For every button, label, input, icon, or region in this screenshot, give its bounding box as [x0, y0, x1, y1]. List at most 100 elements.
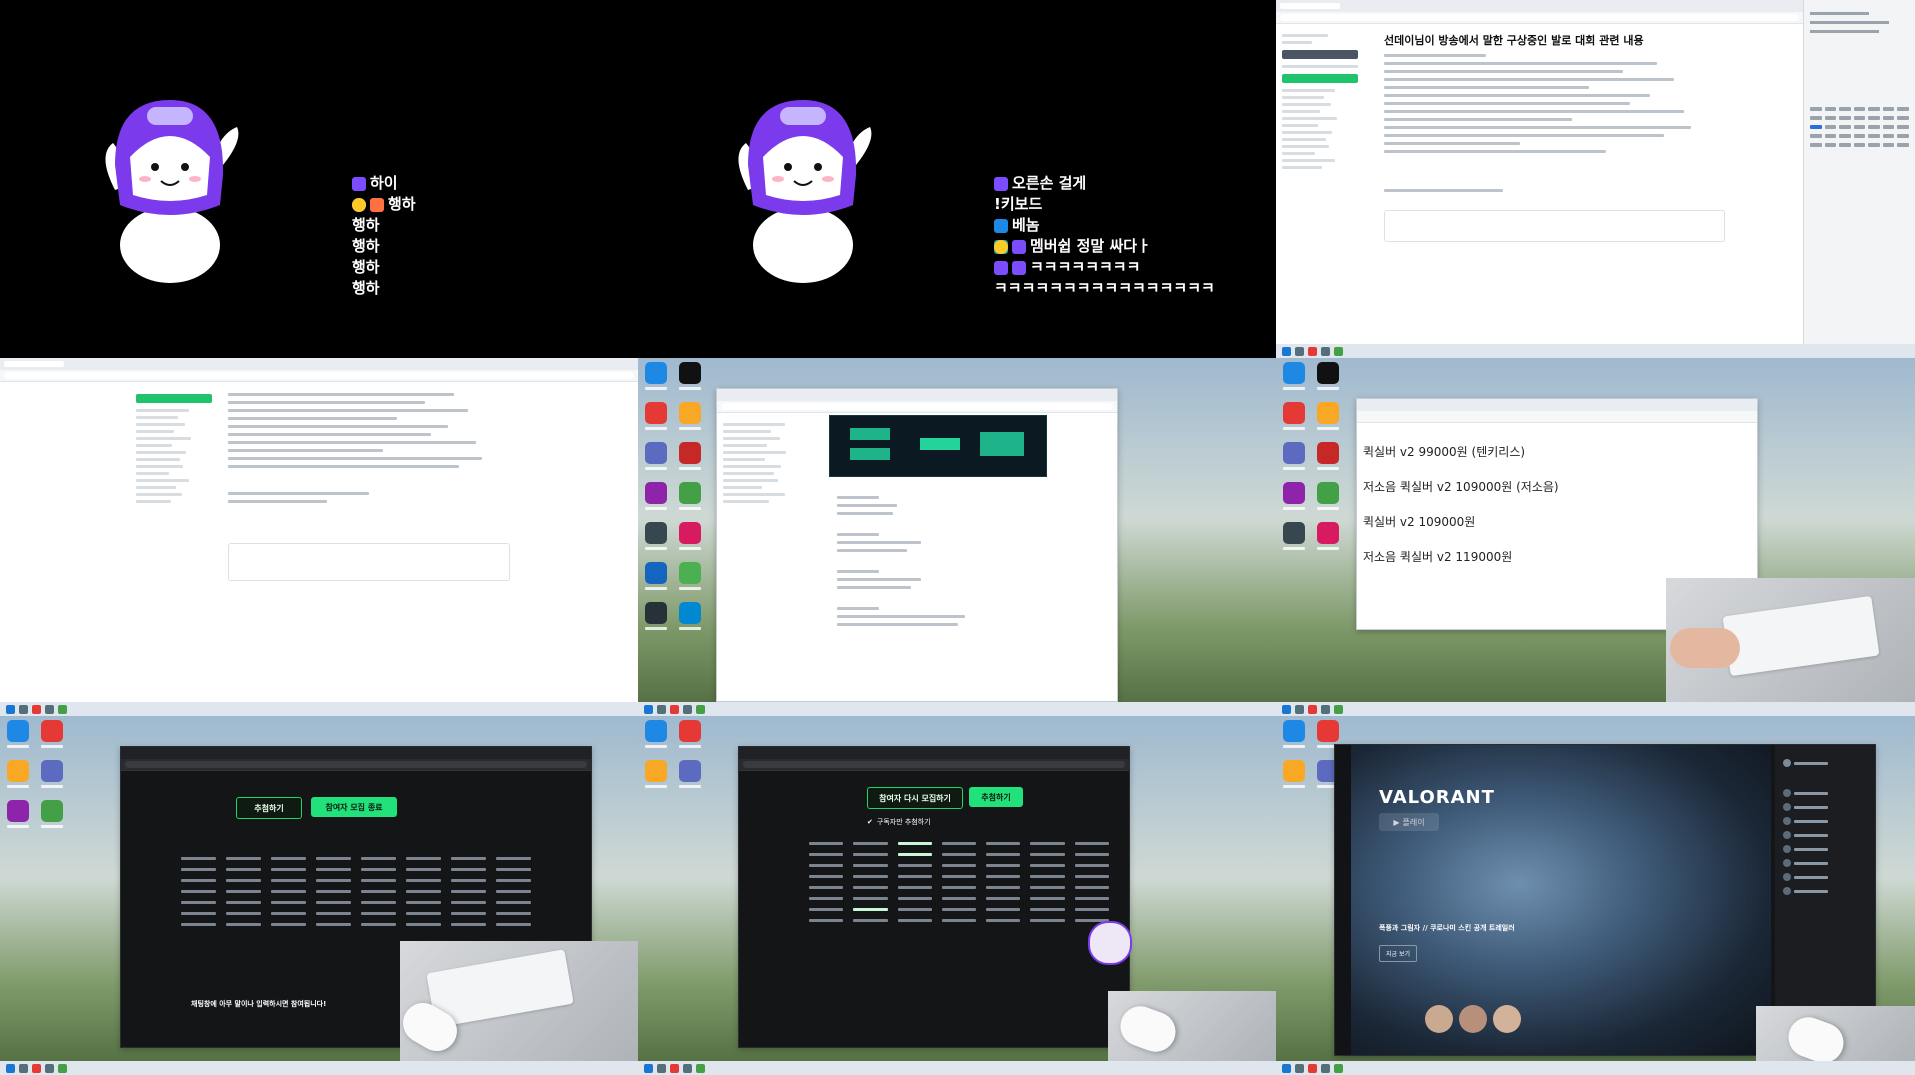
desktop-icon[interactable] [676, 562, 704, 596]
desktop-icon[interactable] [1314, 362, 1342, 396]
calendar-panel [1803, 0, 1915, 344]
desktop-icon[interactable] [1314, 482, 1342, 516]
calendar-grid[interactable] [1810, 107, 1909, 147]
desktop-icon[interactable] [1280, 442, 1308, 476]
heart-icon [1012, 239, 1026, 254]
webcam-overlay [395, 941, 638, 1061]
desktop-icon[interactable] [642, 602, 670, 636]
vote-app-window: 참여자 다시 모집하기 추첨하기 ✔ 구독자만 추첨하기 [738, 746, 1130, 1048]
memo-body[interactable]: 퀵실버 v2 99000원 (텐키리스) 저소음 퀵실버 v2 109000원 … [1357, 423, 1757, 565]
desktop-icons [642, 720, 706, 794]
taskbar [1276, 702, 1915, 716]
memo-line: 퀵실버 v2 109000원 [1363, 515, 1476, 529]
desktop-icon[interactable] [642, 720, 670, 754]
chat-line: 행하 [352, 258, 380, 276]
comment-box[interactable] [1384, 210, 1725, 242]
memo-line: 퀵실버 v2 99000원 (텐키리스) [1363, 445, 1526, 459]
desktop-icon[interactable] [676, 602, 704, 636]
tile-forum-scrolled [0, 358, 638, 716]
desktop-icon[interactable] [642, 562, 670, 596]
browser-tabbar[interactable] [121, 747, 591, 759]
avatar-character [105, 100, 239, 283]
post-title: 선데이님이 방송에서 말한 구상중인 발로 대회 관련 내용 [1384, 34, 1644, 47]
desktop-icon[interactable] [1280, 760, 1308, 794]
desktop-icon[interactable] [676, 402, 704, 436]
browser-tabbar[interactable] [1276, 0, 1803, 12]
play-button[interactable]: ▶ 플레이 [1379, 813, 1439, 831]
desktop-icon[interactable] [1280, 522, 1308, 556]
desktop-icon[interactable] [38, 800, 66, 834]
desktop-icon[interactable] [4, 760, 32, 794]
desktop-icon[interactable] [38, 760, 66, 794]
desktop-icon[interactable] [38, 720, 66, 754]
browser-window [716, 388, 1118, 702]
draw-button[interactable]: 추첨하기 [236, 797, 302, 819]
desktop-icon[interactable] [642, 760, 670, 794]
browser-tabbar[interactable] [739, 747, 1129, 759]
desktop-icon[interactable] [676, 760, 704, 794]
memo-line: 저소음 퀵실버 v2 109000원 (저소음) [1363, 480, 1559, 494]
watch-now-button[interactable]: 지금 보기 [1379, 945, 1417, 962]
address-bar[interactable] [121, 759, 591, 771]
taskbar [638, 1061, 1276, 1075]
chat-line: 베놈 [994, 215, 1215, 236]
desktop-icon[interactable] [642, 522, 670, 556]
stream-grid: 하이 행하 행하 행하 행하 행하 오른손 걸게 !키보드 베놈 멤버쉽 정말 [0, 0, 1915, 1075]
join-button[interactable] [136, 394, 212, 403]
desktop-icon[interactable] [1280, 362, 1308, 396]
desktop-icon[interactable] [1314, 402, 1342, 436]
chat-line: ㅋㅋㅋㅋㅋㅋㅋㅋㅋㅋㅋㅋㅋㅋㅋㅋ [994, 279, 1215, 297]
write-button[interactable] [1282, 50, 1358, 59]
tile-vote-closed: 참여자 다시 모집하기 추첨하기 ✔ 구독자만 추첨하기 [638, 716, 1276, 1075]
address-bar[interactable] [739, 759, 1129, 771]
chat-line: 행하 [352, 237, 380, 255]
desktop-icon[interactable] [642, 362, 670, 396]
desktop-icon[interactable] [1280, 720, 1308, 754]
chat-line: 하이 [352, 173, 416, 194]
join-button[interactable] [1282, 74, 1358, 83]
memo-titlebar[interactable] [1357, 399, 1757, 411]
desktop-icon[interactable] [676, 522, 704, 556]
taskbar [0, 1061, 638, 1075]
taskbar [1276, 1061, 1915, 1075]
desktop-icon[interactable] [642, 482, 670, 516]
draw-button[interactable]: 추첨하기 [969, 787, 1023, 807]
desktop-icon[interactable] [642, 442, 670, 476]
participant-grid [181, 857, 531, 926]
subscriber-toggle[interactable]: ✔ 구독자만 추첨하기 [867, 817, 931, 827]
desktop-icon[interactable] [676, 362, 704, 396]
desktop-icon[interactable] [1314, 442, 1342, 476]
desktop-icon[interactable] [1280, 482, 1308, 516]
client-sidebar [1335, 745, 1351, 1055]
browser-tabbar[interactable] [717, 389, 1117, 401]
desktop-icons [642, 362, 706, 636]
comment-box[interactable] [228, 543, 510, 581]
browser-tabbar[interactable] [0, 358, 638, 370]
fire-icon [370, 197, 384, 212]
desktop-icon[interactable] [1280, 402, 1308, 436]
chat-line: 멤버쉽 정말 싸다ㅏ [994, 236, 1215, 257]
desktop-icon[interactable] [642, 402, 670, 436]
check-icon: ✔ [867, 818, 873, 826]
avatar-character [738, 100, 872, 283]
desktop-icon[interactable] [4, 720, 32, 754]
desktop-icon[interactable] [1314, 522, 1342, 556]
webcam-overlay [1666, 578, 1915, 703]
address-bar[interactable] [0, 370, 638, 382]
participate-banner: 채팅창에 아무 말이나 입력하시면 참여됩니다! [191, 1000, 327, 1008]
desktop-icon[interactable] [676, 482, 704, 516]
desktop-icon[interactable] [676, 442, 704, 476]
desktop-icon[interactable] [4, 800, 32, 834]
address-bar[interactable] [1276, 12, 1803, 24]
chat-line: !키보드 [994, 195, 1043, 213]
webcam-overlay [1108, 991, 1276, 1061]
news-thumbnails [1425, 1005, 1521, 1033]
desktop-icon[interactable] [676, 720, 704, 754]
address-bar[interactable] [717, 401, 1117, 413]
memo-line: 저소음 퀵실버 v2 119000원 [1363, 550, 1513, 564]
close-recruit-button[interactable]: 참여자 모집 종료 [311, 797, 397, 817]
memo-toolbar[interactable] [1357, 411, 1757, 423]
chat-line: 행하 [352, 194, 416, 215]
heart-icon [352, 176, 366, 191]
recruit-again-button[interactable]: 참여자 다시 모집하기 [867, 787, 963, 809]
